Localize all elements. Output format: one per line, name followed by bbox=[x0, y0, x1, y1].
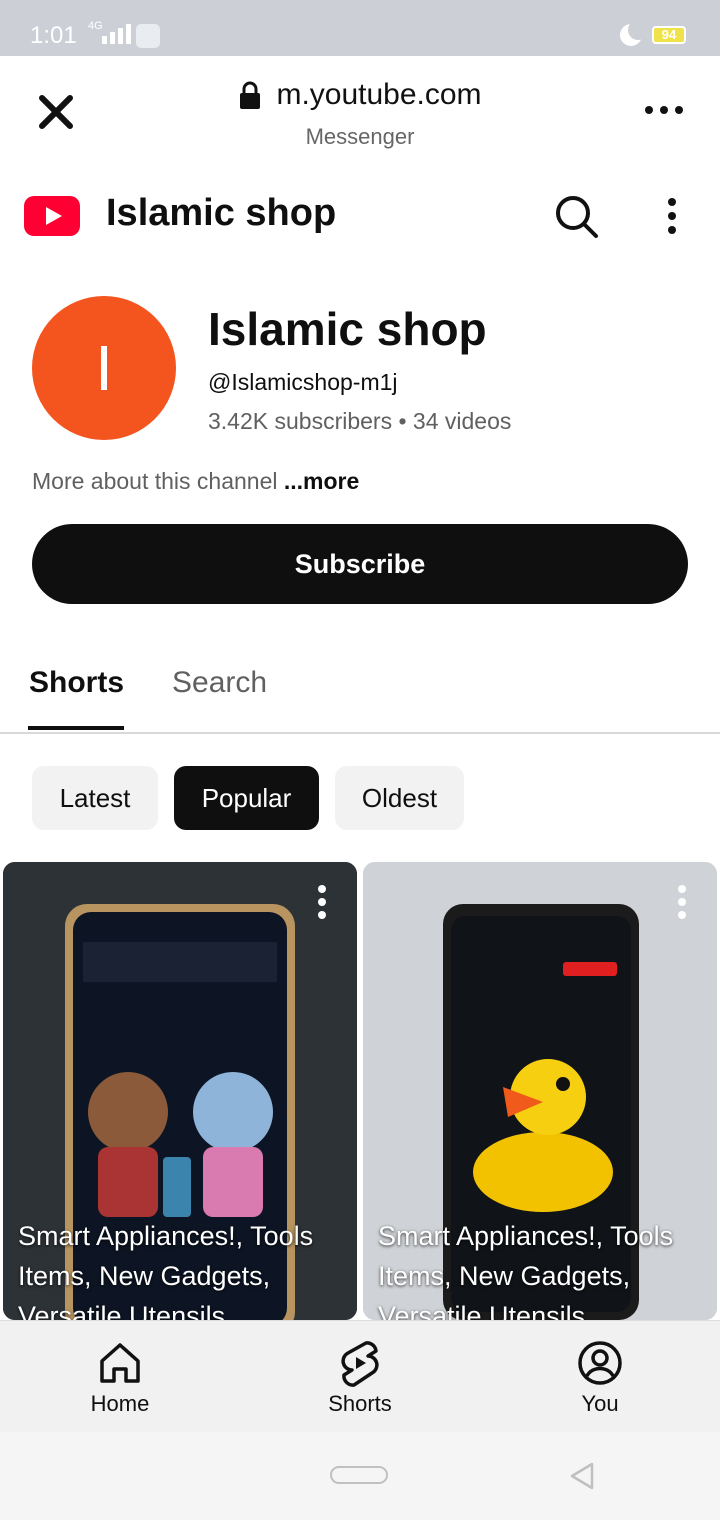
signal-icon: 4G bbox=[88, 20, 131, 44]
chip-popular[interactable]: Popular bbox=[174, 766, 319, 830]
nav-shorts[interactable]: Shorts bbox=[290, 1321, 430, 1433]
system-back-icon[interactable] bbox=[568, 1462, 596, 1490]
address-bar[interactable]: m.youtube.com bbox=[0, 78, 720, 115]
lock-icon bbox=[240, 81, 261, 109]
subscribe-button[interactable]: Subscribe bbox=[32, 524, 688, 604]
network-type: 4G bbox=[88, 20, 103, 32]
short-card[interactable]: Smart Appliances!, Tools Items, New Gadg… bbox=[363, 862, 717, 1320]
nav-home-label: Home bbox=[90, 1391, 150, 1416]
short-title: Smart Appliances!, Tools Items, New Gadg… bbox=[378, 1221, 674, 1320]
account-icon bbox=[578, 1341, 622, 1385]
channel-avatar[interactable]: I bbox=[32, 296, 176, 440]
system-nav-bar bbox=[0, 1432, 720, 1520]
system-home-button[interactable] bbox=[330, 1466, 388, 1484]
nav-shorts-label: Shorts bbox=[328, 1391, 392, 1416]
status-time: 1:01 bbox=[30, 22, 77, 49]
avatar-letter: I bbox=[95, 332, 113, 404]
more-options-icon[interactable] bbox=[644, 100, 684, 120]
short-title: Smart Appliances!, Tools Items, New Gadg… bbox=[18, 1221, 314, 1320]
youtube-logo-icon[interactable] bbox=[24, 196, 80, 236]
shorts-icon bbox=[341, 1341, 379, 1387]
channel-stats: 3.42K subscribers • 34 videos bbox=[208, 408, 512, 434]
short-menu-icon[interactable] bbox=[317, 884, 327, 920]
chip-oldest[interactable]: Oldest bbox=[335, 766, 464, 830]
active-tab-indicator bbox=[28, 726, 124, 730]
nav-you[interactable]: You bbox=[530, 1321, 670, 1433]
chip-latest[interactable]: Latest bbox=[32, 766, 158, 830]
tab-search[interactable]: Search bbox=[172, 666, 267, 700]
moon-icon bbox=[620, 20, 648, 46]
channel-name: Islamic shop bbox=[208, 303, 487, 355]
short-card[interactable]: Smart Appliances!, Tools Items, New Gadg… bbox=[3, 862, 357, 1320]
channel-handle: @Islamicshop-m1j bbox=[208, 369, 398, 395]
nav-you-label: You bbox=[581, 1391, 619, 1416]
layers-icon bbox=[136, 24, 160, 48]
search-icon[interactable] bbox=[552, 192, 600, 240]
battery-icon: 94 bbox=[652, 26, 686, 44]
short-menu-icon[interactable] bbox=[677, 884, 687, 920]
tab-shorts[interactable]: Shorts bbox=[29, 666, 124, 700]
header-menu-icon[interactable] bbox=[656, 196, 688, 236]
app-header-title: Islamic shop bbox=[106, 192, 337, 234]
channel-about[interactable]: More about this channel ...more bbox=[32, 468, 359, 495]
home-icon bbox=[100, 1343, 140, 1383]
status-bar: 1:01 4G 94 bbox=[0, 0, 720, 56]
tabs-divider bbox=[0, 732, 720, 734]
channel-about-text: More about this channel bbox=[32, 468, 284, 494]
browser-subtitle: Messenger bbox=[305, 124, 415, 149]
url-text: m.youtube.com bbox=[276, 78, 482, 111]
channel-about-more[interactable]: ...more bbox=[284, 468, 359, 494]
bottom-nav: Home Shorts You bbox=[0, 1320, 720, 1433]
nav-home[interactable]: Home bbox=[50, 1321, 190, 1433]
